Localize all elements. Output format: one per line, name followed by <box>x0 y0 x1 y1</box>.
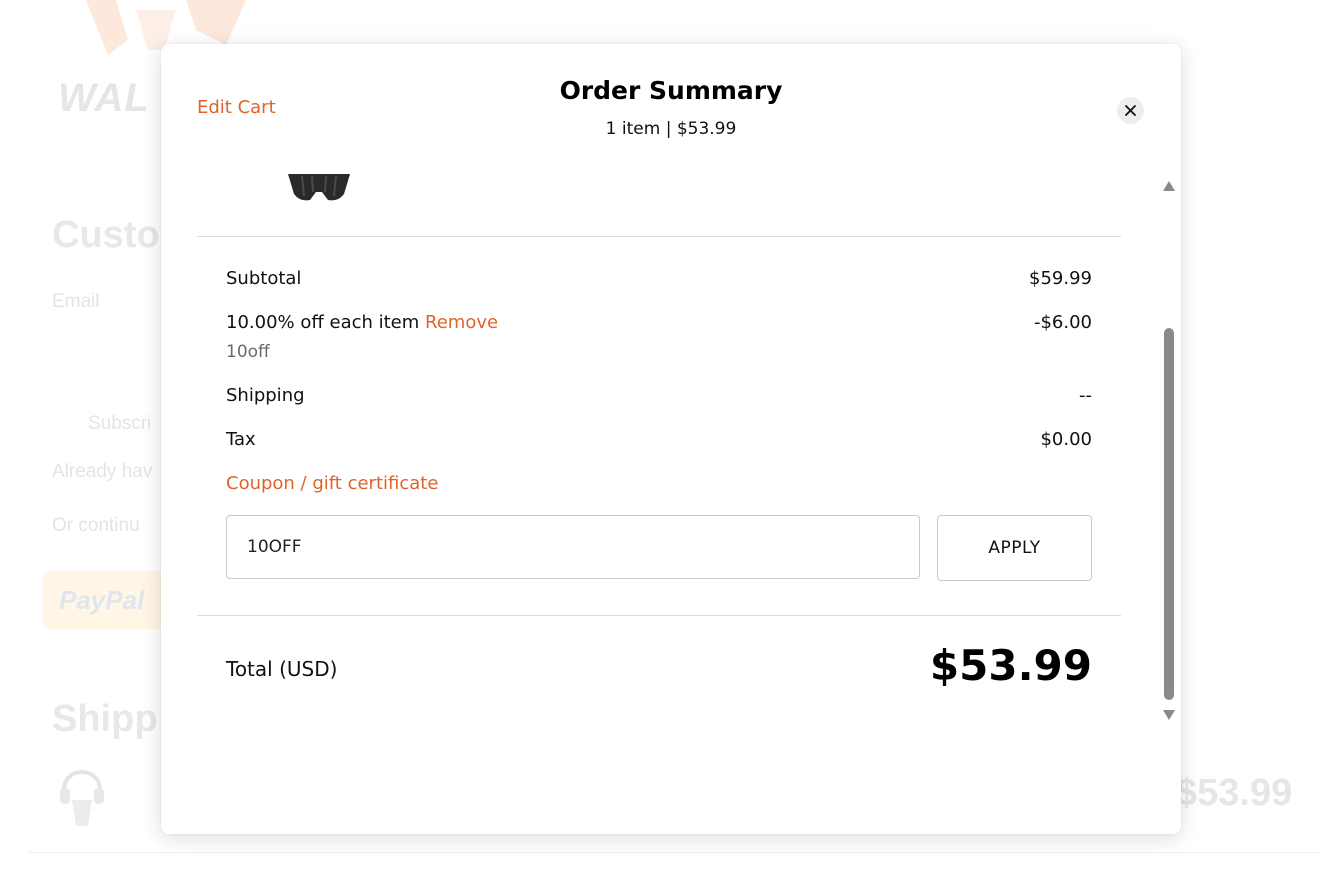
discount-code-label: 10off <box>226 342 270 362</box>
customer-heading: Custo <box>52 214 160 256</box>
or-continue-text: Or continu <box>52 515 140 536</box>
discount-row: 10.00% off each item Remove <box>226 312 498 333</box>
subtotal-label: Subtotal <box>226 268 302 289</box>
modal-subtitle: 1 item | $53.99 <box>605 119 737 139</box>
brand-logo-text: WAL <box>58 76 150 120</box>
total-divider <box>197 615 1121 616</box>
close-icon <box>1125 105 1136 116</box>
section-divider <box>197 236 1121 237</box>
product-image-icon <box>60 770 104 826</box>
remove-discount-link[interactable]: Remove <box>425 312 498 333</box>
tax-label: Tax <box>226 429 256 450</box>
scroll-down-arrow-icon[interactable] <box>1162 709 1176 721</box>
scroll-up-arrow-icon[interactable] <box>1162 180 1176 192</box>
tax-value: $0.00 <box>1040 429 1092 450</box>
already-have-account-text: Already hav <box>52 461 153 482</box>
total-label: Total (USD) <box>226 657 338 681</box>
shipping-value: -- <box>1079 385 1092 406</box>
background-total-price: $53.99 <box>1176 772 1293 814</box>
shipping-heading: Shipp <box>52 698 158 740</box>
subtotal-value: $59.99 <box>1029 268 1092 289</box>
close-button[interactable] <box>1117 97 1144 124</box>
subscribe-label: Subscri <box>88 413 152 434</box>
paypal-label: PayPal <box>59 585 145 615</box>
coupon-gift-certificate-link[interactable]: Coupon / gift certificate <box>226 473 438 494</box>
modal-title: Order Summary <box>559 76 783 105</box>
product-thumbnail-icon <box>288 174 350 201</box>
scrollbar-thumb[interactable] <box>1164 328 1174 700</box>
background-divider <box>28 852 1318 853</box>
order-summary-modal: Edit Cart Order Summary 1 item | $53.99 … <box>161 44 1181 834</box>
shipping-label: Shipping <box>226 385 305 406</box>
discount-value: -$6.00 <box>1033 312 1092 333</box>
coupon-input[interactable] <box>226 515 920 579</box>
total-value: $53.99 <box>929 641 1092 690</box>
email-label: Email <box>52 291 100 312</box>
discount-label: 10.00% off each item <box>226 312 420 333</box>
apply-coupon-button[interactable]: APPLY <box>937 515 1092 581</box>
